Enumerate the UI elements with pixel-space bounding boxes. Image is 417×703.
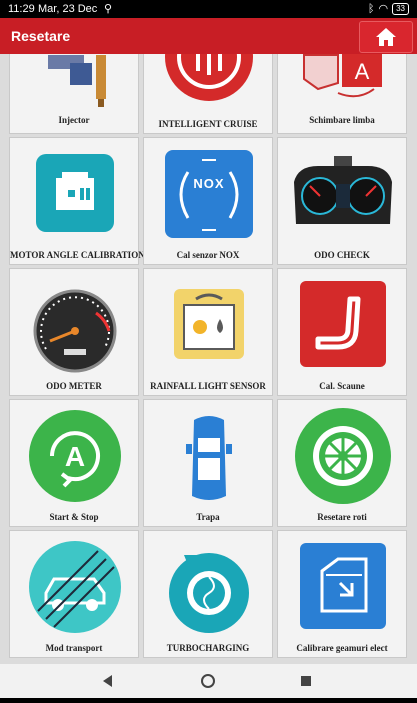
seat-calibration-icon <box>300 281 386 367</box>
tile-intelligent-cruise[interactable]: INTELLIGENT CRUISE <box>143 54 273 134</box>
svg-text:A: A <box>355 59 370 84</box>
tile-label: Start & Stop <box>49 512 99 522</box>
tile-odo-meter[interactable]: ODO METER <box>9 268 139 396</box>
system-nav-bar <box>0 664 417 698</box>
tile-calibrare-geamuri[interactable]: Calibrare geamuri elect <box>277 530 407 658</box>
start-stop-icon-text: A <box>65 441 85 472</box>
tile-label: ODO CHECK <box>314 250 370 260</box>
tile-label: Cal senzor NOX <box>176 250 240 260</box>
tile-label: Calibrare geamuri elect <box>296 643 388 653</box>
transport-mode-icon <box>29 541 121 633</box>
start-stop-icon: A <box>29 410 121 502</box>
page-title: Resetare <box>11 28 71 44</box>
tile-label: INTELLIGENT CRUISE <box>158 119 258 129</box>
odometer-gauge-icon <box>33 289 117 373</box>
turbocharger-icon <box>169 553 249 633</box>
tile-injector[interactable]: Injector <box>9 54 139 134</box>
tile-label: Cal. Scaune <box>319 381 365 391</box>
tile-label: RAINFALL LIGHT SENSOR <box>150 381 266 391</box>
tile-start-stop[interactable]: A Start & Stop <box>9 399 139 527</box>
battery-icon: 33 <box>392 2 409 15</box>
tile-rainfall-light-sensor[interactable]: RAINFALL LIGHT SENSOR <box>143 268 273 396</box>
location-icon: ⚲ <box>104 3 113 15</box>
status-time: 11:29 <box>8 3 35 15</box>
tile-cal-senzor-nox[interactable]: NOX Cal senzor NOX <box>143 137 273 265</box>
status-date: Mar, 23 Dec <box>38 3 98 15</box>
recents-icon[interactable] <box>301 676 311 686</box>
home-icon <box>376 28 396 46</box>
sunroof-car-icon <box>186 416 232 500</box>
tile-trapa[interactable]: Trapa <box>143 399 273 527</box>
status-bar: 11:29 Mar, 23 Dec ⚲ ᛒ ◠ 33 <box>0 0 417 18</box>
tile-resetare-roti[interactable]: Resetare roti <box>277 399 407 527</box>
motor-angle-calibration-icon <box>36 154 114 232</box>
wifi-icon: ◠ <box>378 3 389 15</box>
tile-label: ODO METER <box>46 381 102 391</box>
home-button[interactable] <box>359 21 413 53</box>
tile-label: Resetare roti <box>317 512 367 522</box>
app-bar: Resetare <box>0 18 417 54</box>
tile-label: Trapa <box>196 512 220 522</box>
tile-label: MOTOR ANGLE CALIBRATION <box>10 250 145 260</box>
function-grid: Injector INTELLIGENT CRUISE A Schimbare … <box>0 54 417 664</box>
tile-schimbare-limba[interactable]: A Schimbare limba <box>277 54 407 134</box>
instrument-cluster-icon <box>294 156 392 224</box>
tile-mod-transport[interactable]: Mod transport <box>9 530 139 658</box>
bluetooth-icon: ᛒ <box>367 2 375 15</box>
back-icon[interactable] <box>103 675 112 687</box>
tile-label: Injector <box>58 115 90 125</box>
tile-motor-angle-calibration[interactable]: MOTOR ANGLE CALIBRATION <box>9 137 145 265</box>
tile-cal-scaune[interactable]: Cal. Scaune <box>277 268 407 396</box>
wheel-reset-icon <box>295 408 391 504</box>
window-calibration-icon <box>300 543 386 629</box>
home-nav-icon[interactable] <box>201 674 215 688</box>
nox-icon-text: NOX <box>193 176 224 191</box>
tile-odo-check[interactable]: ODO CHECK <box>277 137 407 265</box>
tile-label: Mod transport <box>45 643 103 653</box>
tile-turbocharging[interactable]: TURBOCHARGING <box>143 530 273 658</box>
nox-sensor-icon: NOX <box>165 150 253 238</box>
rainfall-light-sensor-icon <box>174 289 244 359</box>
tile-label: Schimbare limba <box>309 115 375 125</box>
tile-label: TURBOCHARGING <box>166 643 250 653</box>
